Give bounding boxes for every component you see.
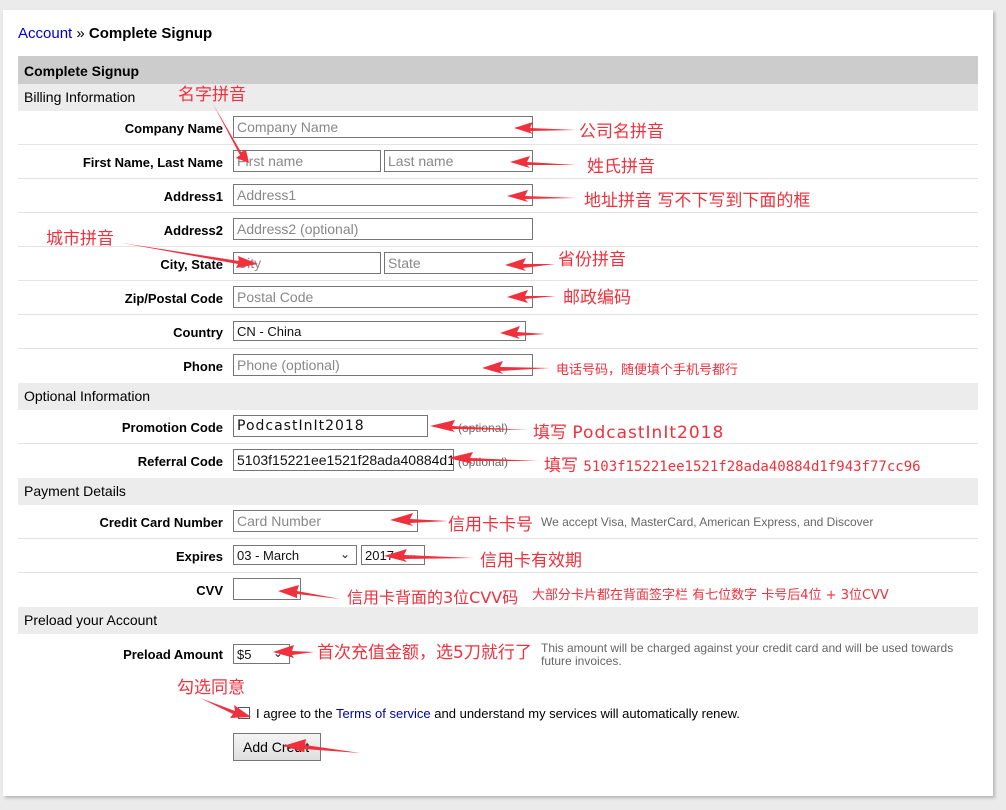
annotation-referral-value: 5103f15221ee1521f28ada40884d1f943f77cc96 [583,459,921,475]
row-name: First Name, Last Name First name Last na… [18,145,978,179]
card-accepted-note: We accept Visa, MasterCard, American Exp… [541,515,874,529]
chevron-down-icon: ⌄ [508,323,519,337]
annotation-promo: 填写 PodcastInIt2018 [533,418,724,443]
annotation-card-number: 信用卡卡号 [448,515,533,535]
preload-note-line1: This amount will be charged against your… [541,641,954,655]
row-country: Country CN - China ⌄ [18,315,978,349]
terms-of-service-link[interactable]: Terms of service [336,706,431,721]
annotation-agree: 勾选同意 [177,678,245,698]
card-label: Credit Card Number [99,515,223,530]
promo-optional-note: (optional) [458,421,509,435]
zip-input[interactable]: Postal Code [233,286,533,308]
breadcrumb: Account » Complete Signup [18,25,212,42]
promo-input[interactable]: PodcastInIt2018 [233,415,428,437]
row-promo: Promotion Code PodcastInIt2018 (optional… [18,410,978,444]
annotation-name-pinyin: 名字拼音 [178,85,246,105]
annotation-preload: 首次充值金额，选5刀就行了 [317,643,532,663]
referral-optional-note: (optional) [458,455,509,469]
annotation-promo-value: PodcastInIt2018 [572,423,725,443]
expiry-month-select[interactable]: 03 - March ⌄ [233,545,357,565]
address2-label: Address2 [163,223,223,238]
chevron-down-icon: ⌄ [339,547,350,561]
company-input[interactable]: Company Name [233,116,533,138]
phone-input[interactable]: Phone (optional) [233,354,533,376]
promo-label: Promotion Code [121,420,223,435]
city-input[interactable]: City [233,252,381,274]
company-label: Company Name [124,121,223,136]
address1-input[interactable]: Address1 [233,184,533,206]
agree-prefix: I agree to the [256,706,333,721]
row-city-state: City, State City State [18,247,978,281]
row-zip: Zip/Postal Code Postal Code [18,281,978,315]
chevron-down-icon: ⌄ [272,646,283,660]
annotation-postal-code: 邮政编码 [563,288,631,308]
last-name-input[interactable]: Last name [384,150,533,172]
annotation-surname-pinyin: 姓氏拼音 [587,157,655,177]
annotation-cvv-detail: 大部分卡片都在背面签字栏 有七位数字 卡号后4位 + 3位CVV [532,588,889,603]
preload-label: Preload Amount [123,647,223,662]
preload-amount-select[interactable]: $5 ⌄ [233,644,290,664]
referral-label: Referral Code [137,454,223,469]
section-billing: Billing Information [18,84,978,111]
country-label: Country [173,325,223,340]
annotation-referral-prefix: 填写 [544,456,578,476]
breadcrumb-separator: » [76,25,85,42]
annotation-phone: 电话号码，随便填个手机号都行 [556,363,739,378]
annotation-province-pinyin: 省份拼音 [558,250,626,270]
annotation-cvv: 信用卡背面的3位CVV码 [347,588,519,607]
section-payment: Payment Details [18,478,978,505]
signup-form: Complete Signup Billing Information Comp… [18,56,978,674]
country-select[interactable]: CN - China ⌄ [233,321,526,341]
expiry-year-value: 2017 [365,548,394,563]
annotation-address-pinyin: 地址拼音 写不下写到下面的框 [584,191,811,211]
add-credit-button[interactable]: Add Credit [233,733,321,761]
section-optional: Optional Information [18,383,978,410]
annotation-city-pinyin: 城市拼音 [46,229,114,249]
row-phone: Phone Phone (optional) [18,349,978,383]
breadcrumb-account-link[interactable]: Account [18,25,72,42]
row-address2: Address2 Address2 (optional) [18,213,978,247]
agree-checkbox[interactable] [238,707,250,719]
phone-label: Phone [183,359,223,374]
row-company: Company Name Company Name [18,111,978,145]
form-title: Complete Signup [18,56,978,84]
annotation-expiry: 信用卡有效期 [480,551,582,571]
agree-suffix: and understand my services will automati… [434,706,740,721]
annotation-company-pinyin: 公司名拼音 [579,122,664,142]
zip-label: Zip/Postal Code [124,291,223,306]
cvv-input[interactable] [233,578,301,600]
expiry-year-select[interactable]: 2017 ⌄ [361,545,425,565]
name-label: First Name, Last Name [82,155,223,170]
referral-input[interactable]: 5103f15221ee1521f28ada40884d1 [233,449,454,471]
cvv-label: CVV [196,583,223,598]
preload-amount-value: $5 [237,647,252,662]
city-state-label: City, State [160,257,223,272]
address1-label: Address1 [163,189,223,204]
chevron-down-icon: ⌄ [407,547,418,561]
annotation-referral: 填写 5103f15221ee1521f28ada40884d1f943f77c… [544,451,921,476]
breadcrumb-current: Complete Signup [88,25,213,42]
country-selected-value: CN - China [237,324,302,339]
preload-note-line2: future invoices. [541,654,622,668]
expiry-month-value: 03 - March [237,548,300,563]
address2-input[interactable]: Address2 (optional) [233,218,533,240]
expires-label: Expires [176,549,223,564]
row-address1: Address1 Address1 [18,179,978,213]
card-number-input[interactable]: Card Number [233,510,418,532]
first-name-input[interactable]: First name [233,150,381,172]
section-preload: Preload your Account [18,607,978,634]
annotation-promo-prefix: 填写 [533,423,567,443]
state-input[interactable]: State [384,252,533,274]
